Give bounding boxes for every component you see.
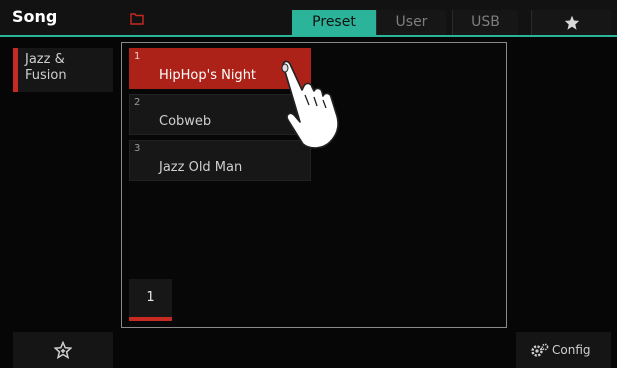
song-number: 2 bbox=[134, 97, 141, 108]
category-selected-indicator bbox=[13, 48, 18, 92]
folder-icon[interactable] bbox=[130, 10, 144, 29]
star-icon bbox=[564, 15, 579, 30]
star-add-icon bbox=[54, 341, 72, 359]
song-name: HipHop's Night bbox=[159, 68, 257, 83]
page-button-1[interactable]: 1 bbox=[129, 279, 172, 317]
tab-favorites[interactable] bbox=[531, 10, 611, 35]
add-favorite-button[interactable] bbox=[13, 332, 113, 368]
tab-preset[interactable]: Preset bbox=[292, 10, 376, 35]
top-bar: Song Preset User USB bbox=[0, 0, 617, 37]
song-name: Cobweb bbox=[159, 114, 212, 129]
tap-hand-icon bbox=[281, 60, 339, 149]
song-screen: Song Preset User USB Jazz & Fusion 1 Hip… bbox=[0, 0, 617, 368]
tab-user[interactable]: User bbox=[376, 10, 446, 35]
tab-usb[interactable]: USB bbox=[452, 10, 518, 35]
song-number: 3 bbox=[134, 143, 141, 154]
page-indicator bbox=[129, 317, 172, 321]
song-number: 1 bbox=[134, 51, 141, 62]
config-button[interactable]: Config bbox=[516, 332, 611, 368]
gear-icon bbox=[531, 343, 549, 357]
config-label: Config bbox=[552, 343, 591, 357]
page-title: Song bbox=[12, 7, 58, 26]
header-divider bbox=[0, 35, 617, 37]
category-label: Jazz & Fusion bbox=[25, 52, 67, 83]
song-name: Jazz Old Man bbox=[159, 160, 243, 175]
category-item-jazz-fusion[interactable]: Jazz & Fusion bbox=[13, 48, 113, 92]
